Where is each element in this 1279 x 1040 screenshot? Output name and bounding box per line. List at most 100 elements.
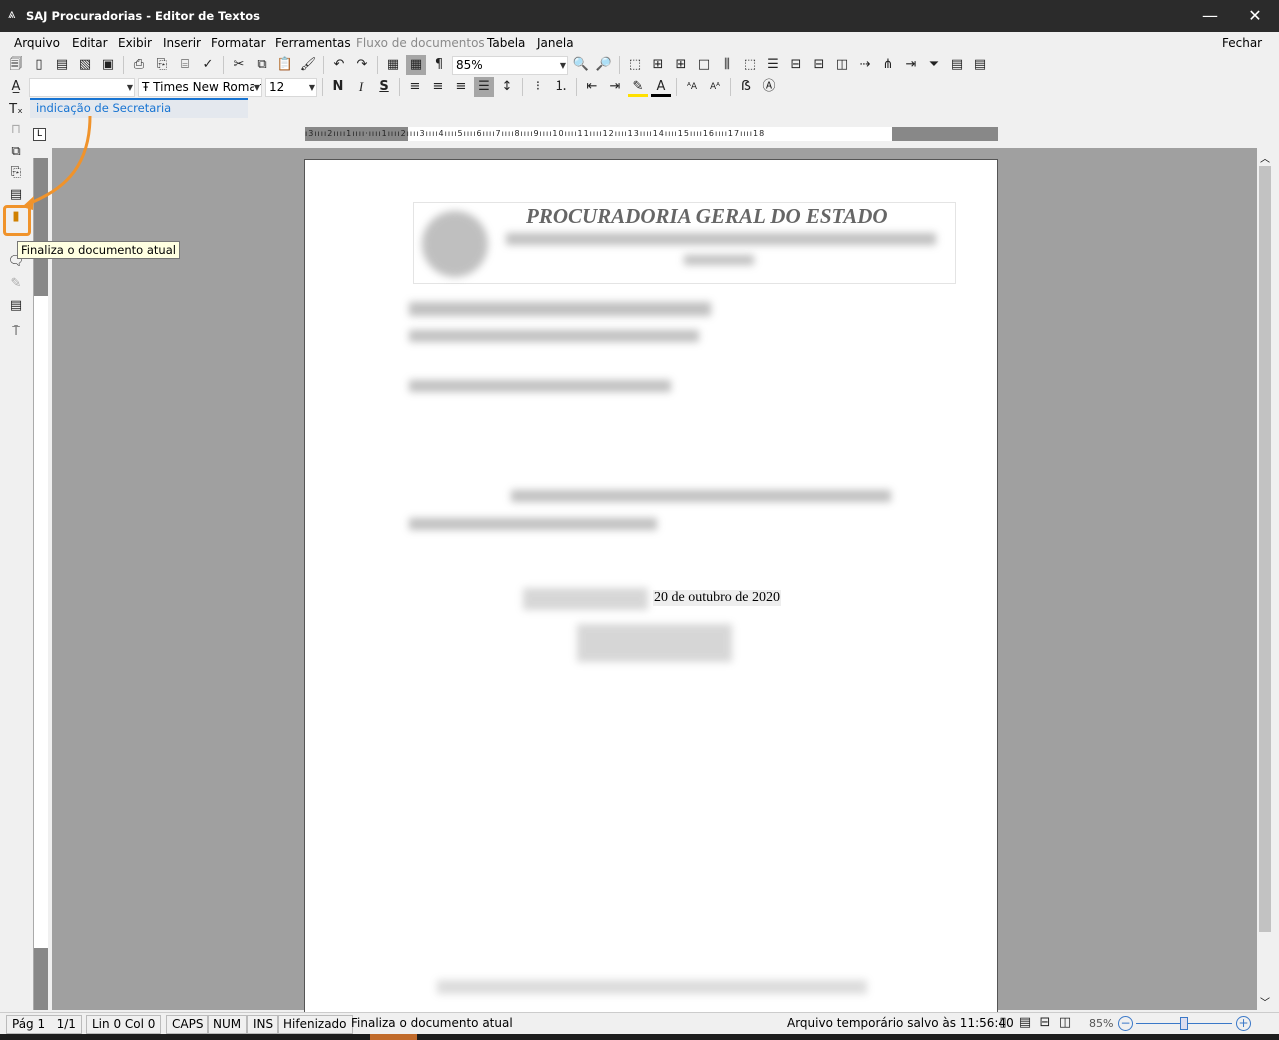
forms-icon[interactable]: ▤ [6,296,26,316]
italic-button[interactable]: I [351,77,371,97]
print-icon[interactable]: ⎙ [129,55,149,75]
clear-format-icon[interactable]: Ⓐ [759,77,779,97]
line-spacing-icon[interactable]: ↕ [497,77,517,97]
title-bar: ⩓ SAJ Procuradorias - Editor de Textos —… [0,0,1279,32]
spellcheck-icon[interactable]: ✓ [198,55,218,75]
font-size-select[interactable]: 12 ▼ [265,77,317,97]
vertical-ruler[interactable] [33,158,48,1010]
zoom-out-button[interactable]: − [1118,1016,1133,1031]
chevron-down-icon: ▼ [308,82,315,92]
window-title: SAJ Procuradorias - Editor de Textos [26,9,260,23]
fechar-button[interactable]: Fechar [1222,36,1262,50]
inner-borders-icon[interactable]: ⊞ [671,55,691,75]
book-view-icon[interactable]: ◫ [1055,1013,1075,1033]
style-select[interactable]: ▼ [29,77,135,97]
menu-tabela[interactable]: Tabela [487,36,525,50]
indent-increase-icon[interactable]: ⇥ [605,77,625,97]
undo-icon[interactable]: ↶ [329,55,349,75]
shrink-font-icon[interactable]: Aᴬ [705,77,725,97]
truetype-icon: Ŧ [142,79,154,94]
grow-font-icon[interactable]: ᴬA [682,77,702,97]
pilcrow-icon[interactable]: ¶ [429,55,449,75]
numbering-icon[interactable]: ⒈ [551,77,571,97]
document-page[interactable]: PROCURADORIA GERAL DO ESTADO 20 de outub… [304,159,998,1019]
paint-icon[interactable]: ⍑ [6,322,26,342]
close-window-button[interactable]: ✕ [1235,4,1275,28]
zoom-slider-thumb[interactable] [1180,1017,1188,1030]
format-painter-icon[interactable]: 🖌 [298,55,318,75]
new-document-icon[interactable]: ▯ [29,55,49,75]
table-icon[interactable]: ▦ [383,55,403,75]
sign-icon: ✎ [10,276,22,291]
underline-button[interactable]: S [374,77,394,97]
cut-icon[interactable]: ✂ [229,55,249,75]
zoom-in-button[interactable]: + [1236,1016,1251,1031]
grid-icon[interactable]: ⊞ [648,55,668,75]
highlight-color-icon[interactable]: ✎ [628,77,648,97]
redo-icon[interactable]: ↷ [352,55,372,75]
change-case-icon[interactable]: ẞ [736,77,756,97]
draft-view-icon[interactable]: ▤ [1015,1013,1035,1033]
minimize-button[interactable]: — [1190,4,1230,28]
font-color-icon[interactable]: A [651,77,671,97]
bold-button[interactable]: N [328,77,348,97]
horizontal-ruler[interactable]: ı3ıııı2ıııı1ıııı·ıııı1ıııı2ıııı3ıııı4ııı… [305,127,998,141]
form-icon[interactable]: ▤ [947,55,967,75]
cells-icon[interactable]: ⬚ [740,55,760,75]
align-right-icon[interactable]: ≡ [451,77,471,97]
merge-icon[interactable]: ⊟ [786,55,806,75]
copy-icon[interactable]: ⧉ [252,55,272,75]
web-view-icon[interactable]: ⊟ [1035,1013,1055,1033]
menu-exibir[interactable]: Exibir [118,36,152,50]
size-value: 12 [269,79,285,94]
outer-border-icon[interactable]: □ [694,55,714,75]
tree-icon[interactable]: ⋔ [878,55,898,75]
table-grid-icon[interactable]: ▦ [406,55,426,75]
scroll-up-icon[interactable]: ︿ [1260,150,1270,165]
header-title: PROCURADORIA GERAL DO ESTADO [526,204,888,228]
columns-icon[interactable]: ⫼ [717,55,737,75]
justify-icon[interactable]: ☰ [474,77,494,97]
chevron-down-icon: ▼ [559,60,566,70]
style-icon[interactable]: A̲ [6,77,26,97]
split-icon[interactable]: ⊟ [809,55,829,75]
zoom-in-icon[interactable]: 🔎 [594,55,614,75]
align-center-icon[interactable]: ≡ [428,77,448,97]
left-toolbar: Tₓ ⊓ ⧉ ⎘ ▤ ▮ 🗨 ✎ ▤ ⍑ [0,100,30,1010]
app-logo-icon: ⩓ [8,7,16,22]
open-icon[interactable]: ▤ [52,55,72,75]
menu-arquivo[interactable]: Arquivo [14,36,60,50]
filter-icon[interactable]: ⏷ [924,55,944,75]
align-left-icon[interactable]: ≡ [405,77,425,97]
insert-field-icon[interactable]: ⇢ [855,55,875,75]
standard-toolbar: 🗐 ▯ ▤ ▧ ▣ ⎙ ⎘ ⌸ ✓ ✂ ⧉ 📋 🖌 ↶ ↷ ▦ ▦ ¶ 85% ▼… [6,54,990,76]
new-from-template-icon[interactable]: 🗐 [6,55,26,75]
bullets-icon[interactable]: ⁝ [528,77,548,97]
rows-icon[interactable]: ☰ [763,55,783,75]
page-view-icon[interactable]: ▯ [993,1013,1013,1033]
scrollbar-thumb[interactable] [1259,166,1271,932]
zoom-select[interactable]: 85% ▼ [452,55,568,75]
menu-janela[interactable]: Janela [537,36,574,50]
coat-of-arms-image [422,211,488,277]
split-cells-icon[interactable]: ◫ [832,55,852,75]
font-select[interactable]: Ŧ Times New Roman ▼ [138,77,262,97]
print-preview-icon[interactable]: ⎘ [152,55,172,75]
paste-icon[interactable]: 📋 [275,55,295,75]
scroll-down-icon[interactable]: ﹀ [1260,994,1270,1009]
menu-editar[interactable]: Editar [72,36,108,50]
open-model-icon[interactable]: ▧ [75,55,95,75]
menu-ferramentas[interactable]: Ferramentas [275,36,351,50]
print-setup-icon[interactable]: ⌸ [175,55,195,75]
align-field-icon[interactable]: ⇥ [901,55,921,75]
menu-formatar[interactable]: Formatar [211,36,266,50]
status-hyphen: Hifenizado [277,1015,353,1034]
borders-icon[interactable]: ⬚ [625,55,645,75]
form2-icon[interactable]: ▤ [970,55,990,75]
indent-decrease-icon[interactable]: ⇤ [582,77,602,97]
menu-fluxo-documentos: Fluxo de documentos [356,36,485,50]
menu-inserir[interactable]: Inserir [163,36,201,50]
status-page: Pág 1 1/1 [6,1015,82,1034]
zoom-out-icon[interactable]: 🔍 [571,55,591,75]
save-icon[interactable]: ▣ [98,55,118,75]
